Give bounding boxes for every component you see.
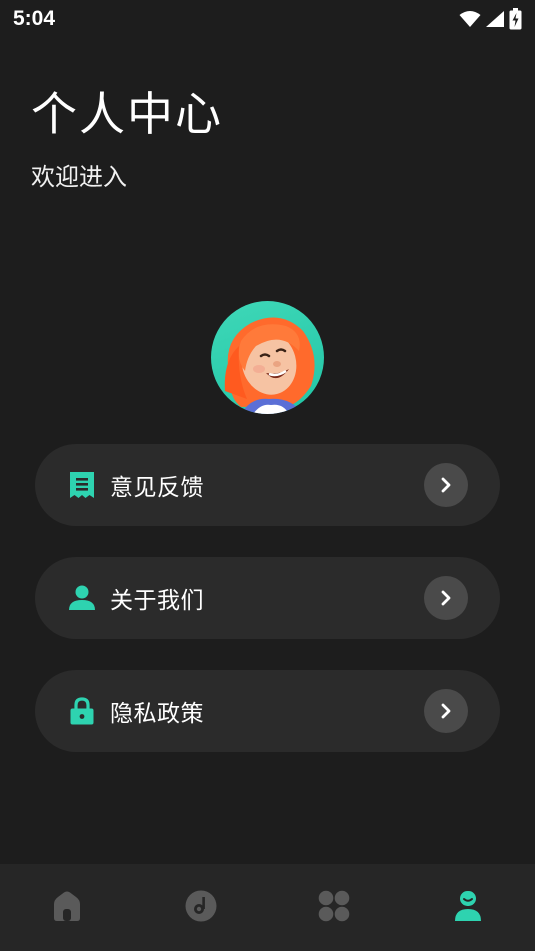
person-icon	[68, 584, 96, 612]
profile-icon	[454, 890, 482, 926]
bottom-nav	[0, 864, 535, 951]
wifi-icon	[459, 10, 481, 28]
avatar[interactable]	[211, 301, 324, 414]
menu-label: 隐私政策	[110, 701, 204, 727]
feedback-receipt-icon	[68, 471, 96, 499]
menu-item-about-us[interactable]: 关于我们	[35, 557, 500, 639]
nav-item-apps[interactable]	[268, 864, 402, 951]
nav-item-home[interactable]	[0, 864, 134, 951]
page-subtitle: 欢迎进入	[31, 163, 127, 191]
page-title: 个人中心	[31, 87, 223, 141]
music-disc-icon	[185, 890, 217, 926]
menu-item-feedback[interactable]: 意见反馈	[35, 444, 500, 526]
home-icon	[52, 890, 82, 926]
status-bar: 5:04	[0, 0, 535, 38]
status-time: 5:04	[13, 7, 56, 30]
avatar-illustration	[224, 317, 315, 414]
menu-item-privacy-policy[interactable]: 隐私政策	[35, 670, 500, 752]
menu-label: 关于我们	[110, 588, 204, 614]
apps-grid-icon	[318, 890, 350, 926]
chevron-right-icon[interactable]	[424, 463, 468, 507]
chevron-right-icon[interactable]	[424, 689, 468, 733]
menu-label: 意见反馈	[110, 475, 204, 501]
battery-charging-icon	[509, 8, 522, 30]
cellular-signal-icon	[485, 10, 505, 28]
lock-icon	[68, 697, 96, 725]
chevron-right-icon[interactable]	[424, 576, 468, 620]
nav-item-profile[interactable]	[401, 864, 535, 951]
nav-item-music[interactable]	[134, 864, 268, 951]
status-icons	[459, 8, 522, 30]
